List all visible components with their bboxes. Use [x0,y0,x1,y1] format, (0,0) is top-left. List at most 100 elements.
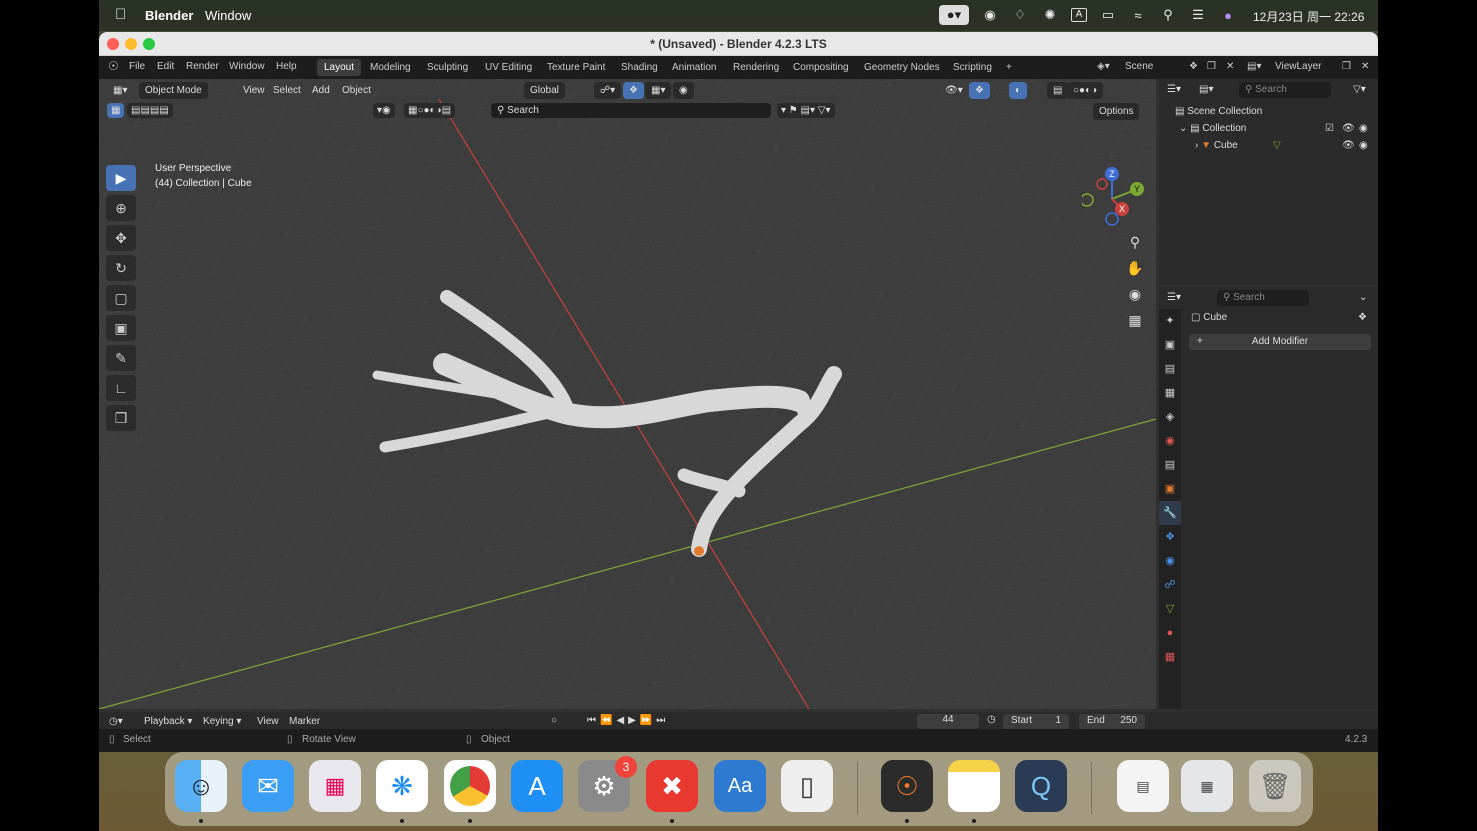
eye-icon[interactable]: 👁 [1342,140,1355,151]
menu-marker[interactable]: Marker [289,716,320,727]
menu-render[interactable]: Render [186,61,219,72]
pan-hand-icon[interactable]: ✋ [1125,260,1145,286]
window-menu[interactable]: Window [205,8,251,23]
world-tab-icon[interactable]: ◉ [1159,429,1181,453]
overlay-toggle-icon[interactable]: ◐ [1009,82,1028,99]
object-tab-icon[interactable]: ▣ [1159,477,1181,501]
tab-animation[interactable]: Animation [665,59,723,76]
physics-tab-icon[interactable]: ◉ [1159,549,1181,573]
select-box-mode-icon[interactable]: ▦ [107,103,125,118]
tab-shading[interactable]: Shading [614,59,665,76]
timeline-editor-type-icon[interactable]: ◷▾ [109,716,123,727]
tool-tab-icon[interactable]: ✦ [1159,309,1181,333]
scene-tab-icon[interactable]: ◈ [1159,405,1181,429]
camera-icon[interactable]: ◉ [1359,140,1368,151]
app-store-icon[interactable]: A [511,760,563,812]
render-tab-icon[interactable]: ▣ [1159,333,1181,357]
app-menu[interactable]: Blender [145,8,193,23]
collection-row[interactable]: ⌄ ▤ Collection ☑ 👁 ◉ [1179,123,1378,134]
scene-collection-row[interactable]: ▤ Scene Collection [1175,106,1262,117]
outliner-search-input[interactable]: ⚲ Search [1239,82,1331,98]
menu-playback[interactable]: Playback ▾ [144,716,192,727]
scale-tool[interactable]: ▢ [106,285,136,311]
tab-rendering[interactable]: Rendering [726,59,786,76]
tab-sculpting[interactable]: Sculpting [420,59,475,76]
modifier-tab-icon[interactable]: 🔧 [1159,501,1181,525]
toolbox-icon[interactable]: ✖ [646,760,698,812]
finder-icon[interactable]: ☺ [175,760,227,812]
current-frame-field[interactable]: 44 [917,714,979,729]
transform-orientation[interactable]: Global [524,82,565,99]
3d-viewport[interactable]: ▦▾ Object Mode View Select Add Object Gl… [99,79,1156,709]
add-workspace-button[interactable]: + [999,59,1019,76]
pivot-icon[interactable]: ☍▾ [594,82,622,99]
bookmark-icon[interactable]: ▾ ⚑ ▤▾ ▽▾ [777,103,835,118]
menu-window[interactable]: Window [229,61,265,72]
menu-add[interactable]: Add [306,82,336,99]
menu-file[interactable]: File [129,61,145,72]
shading-pie-icon[interactable]: ▾◉ [373,103,395,118]
chevron-right-icon[interactable]: › [1195,140,1198,151]
properties-options-icon[interactable]: ⌄ [1359,292,1367,303]
object-types-icon[interactable]: ▦○●◐◑▤ [404,103,456,118]
add-cube-tool[interactable]: ❐ [106,405,136,431]
chevron-down-icon[interactable]: ⌄ [1179,123,1187,134]
mesh-data-icon[interactable]: ▽ [1273,140,1281,151]
tab-layout[interactable]: Layout [317,59,362,76]
auto-key-icon[interactable]: ○ [551,715,557,726]
select-extend-icon[interactable]: ▤▤▤▤ [127,103,173,118]
pin-icon[interactable]: ❖ [1358,312,1367,323]
screenshot-stack-icon[interactable]: ▦ [1181,760,1233,812]
iphone-mirroring-icon[interactable]: ▯ [781,760,833,812]
tab-texture-paint[interactable]: Texture Paint [540,59,612,76]
transform-tool[interactable]: ▣ [106,315,136,341]
view-layer-tab-icon[interactable]: ▦ [1159,381,1181,405]
viewport-search-input[interactable]: ⚲ Search [491,103,771,118]
blender-icon[interactable]: ☉ [881,760,933,812]
scene-icon[interactable]: ◈▾ [1097,61,1110,72]
outliner-editor-type-icon[interactable]: ☰▾ [1167,84,1181,95]
cursor-tool[interactable]: ⊕ [106,195,136,221]
gear-icon[interactable]: ✺ [1041,7,1059,23]
tab-geometry-nodes[interactable]: Geometry Nodes [857,59,947,76]
filter-icon[interactable]: ▽▾ [1353,84,1366,95]
end-frame-field[interactable]: End 250 [1079,714,1145,729]
notes-icon[interactable] [948,760,1000,812]
menu-edit[interactable]: Edit [157,61,174,72]
timer-icon[interactable]: ◷ [987,714,996,725]
xray-icon[interactable]: ▤ [1047,82,1069,99]
cube-row[interactable]: › ▼ Cube ▽ 👁 ◉ [1195,140,1378,151]
delete-scene-icon[interactable]: ✕ [1226,61,1234,72]
menu-object[interactable]: Object [336,82,377,99]
select-box-tool[interactable]: ▶ [106,165,136,191]
battery-icon[interactable]: ▭ [1099,7,1117,23]
tab-scripting[interactable]: Scripting [946,59,999,76]
menu-view[interactable]: View [237,82,271,99]
playback-controls[interactable]: ⏮⏪◀▶⏩⏭ [587,715,669,726]
options-dropdown[interactable]: Options [1093,103,1140,120]
record-icon[interactable]: ●▾ [939,5,969,25]
menu-select[interactable]: Select [267,82,307,99]
blender-logo-icon[interactable]: ☉ [108,59,119,73]
new-scene-icon[interactable]: ❐ [1207,61,1216,72]
siri-alt-icon[interactable]: ◉ [981,7,999,23]
shield-icon[interactable]: ♢ [1011,7,1029,23]
trash-icon[interactable]: 🗑 [1249,760,1301,812]
proportional-edit-icon[interactable]: ◉ [673,82,694,99]
camera-view-icon[interactable]: ◉ [1125,286,1145,312]
control-center-icon[interactable]: ☰ [1189,7,1207,23]
properties-editor-type-icon[interactable]: ☰▾ [1167,292,1181,303]
navigation-gizmo[interactable]: Z Y X [1082,164,1152,234]
delete-view-layer-icon[interactable]: ✕ [1361,61,1369,72]
tab-modeling[interactable]: Modeling [363,59,418,76]
visibility-icon[interactable]: 👁▾ [939,82,969,99]
data-tab-icon[interactable]: ▽ [1159,597,1181,621]
tab-uv-editing[interactable]: UV Editing [478,59,539,76]
measure-tool[interactable]: ∟ [106,375,136,401]
menu-keying[interactable]: Keying ▾ [203,716,241,727]
apple-menu-icon[interactable]:  [115,6,126,23]
exclude-checkbox[interactable]: ☑ [1325,123,1334,134]
safari-icon[interactable]: ❋ [376,760,428,812]
pin-icon[interactable]: ❖ [1189,61,1198,72]
editor-type-icon[interactable]: ▦▾ [107,82,133,99]
